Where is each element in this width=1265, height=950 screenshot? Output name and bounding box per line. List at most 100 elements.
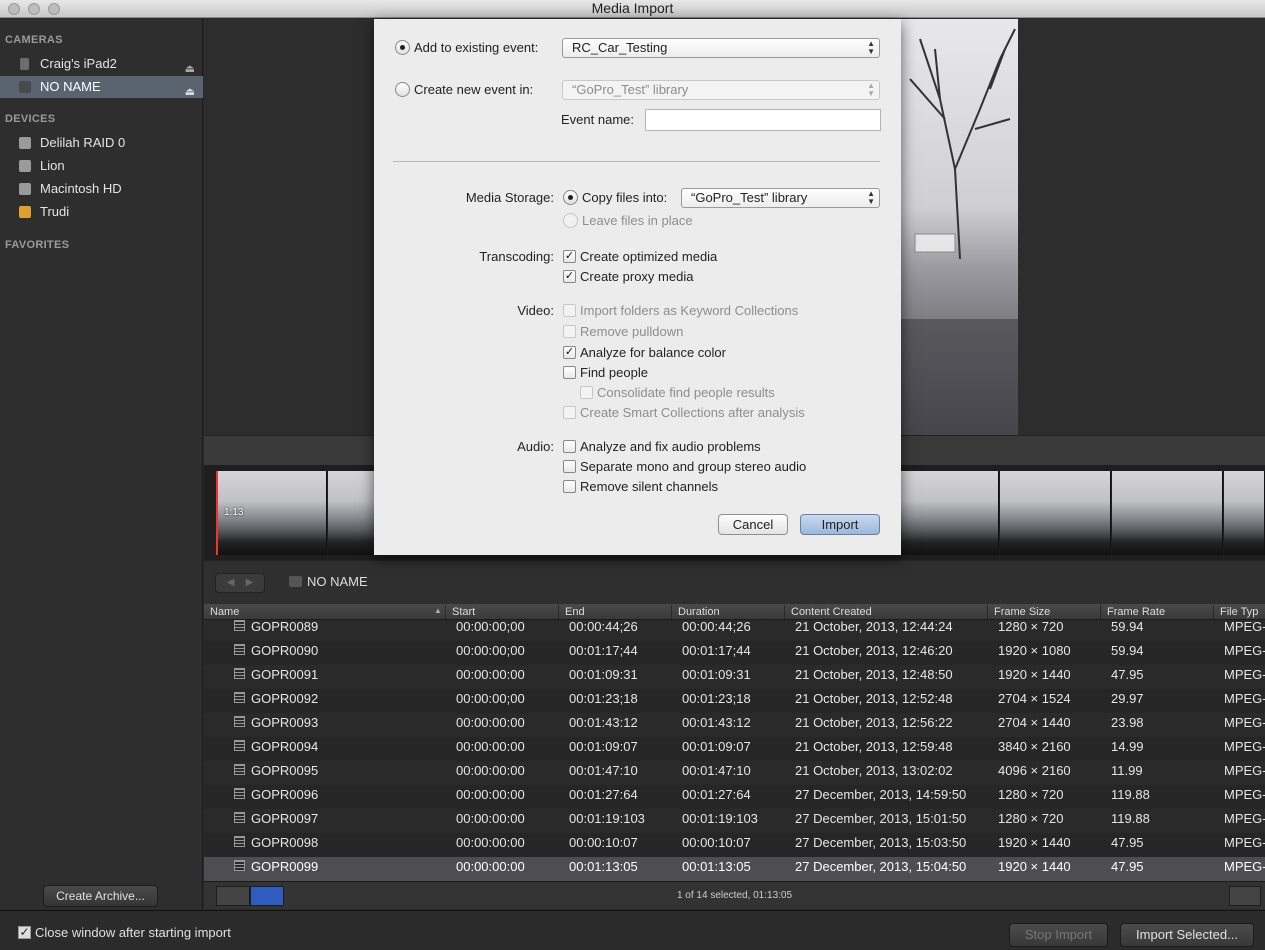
column-header-duration[interactable]: Duration [671,605,784,619]
camera-icon [289,576,302,587]
cell-file-type: MPEG- [1224,763,1265,778]
create-archive-button[interactable]: Create Archive... [43,885,158,907]
table-row[interactable]: GOPR0093 00:00:00:00 00:01:43:12 00:01:4… [204,713,1265,737]
cell-end: 00:00:10:07 [569,835,638,850]
cell-duration: 00:00:10:07 [682,835,751,850]
cell-duration: 00:00:44;26 [682,620,751,634]
filmstrip-thumbnail[interactable] [1000,471,1111,555]
minimize-window-button[interactable] [28,3,40,15]
analyze-audio-checkbox[interactable] [563,440,576,453]
table-row[interactable]: GOPR0095 00:00:00:00 00:01:47:10 00:01:4… [204,761,1265,785]
filmstrip-thumbnail[interactable] [1224,471,1265,555]
cell-end: 00:01:19:103 [569,811,645,826]
add-to-existing-label: Add to existing event: [414,40,539,55]
sidebar-item-delilah-raid[interactable]: Delilah RAID 0 [0,132,203,154]
create-proxy-checkbox[interactable]: ✓ [563,270,576,283]
sidebar-item-lion[interactable]: Lion [0,155,203,177]
add-to-existing-radio[interactable] [395,40,410,55]
consolidate-people-checkbox[interactable] [580,386,593,399]
column-header-frame-size[interactable]: Frame Size [987,605,1100,619]
forward-arrow-icon[interactable]: ▶ [246,577,254,588]
close-window-button[interactable] [8,3,20,15]
stop-import-button[interactable]: Stop Import [1009,923,1108,947]
remove-pulldown-checkbox[interactable] [563,325,576,338]
filmstrip-thumbnail[interactable] [901,471,999,555]
create-new-event-label: Create new event in: [414,82,534,97]
column-header-frame-rate[interactable]: Frame Rate [1100,605,1213,619]
cell-start: 00:00:00:00 [456,787,525,802]
new-event-library-popup[interactable]: “GoPro_Test” library ▲ ▼ [562,80,880,100]
cell-file-type: MPEG- [1224,620,1265,634]
table-row[interactable]: GOPR0094 00:00:00:00 00:01:09:07 00:01:0… [204,737,1265,761]
create-optimized-checkbox[interactable]: ✓ [563,250,576,263]
copy-files-library-popup[interactable]: “GoPro_Test” library ▲ ▼ [681,188,880,208]
cell-file-type: MPEG- [1224,691,1265,706]
sidebar-item-macintosh-hd[interactable]: Macintosh HD [0,178,203,200]
table-row[interactable]: GOPR0098 00:00:00:00 00:00:10:07 00:00:1… [204,833,1265,857]
cell-start: 00:00:00:00 [456,667,525,682]
event-name-label: Event name: [561,112,634,127]
copy-files-radio[interactable] [563,190,578,205]
remove-silent-checkbox[interactable] [563,480,576,493]
eject-icon[interactable]: ⏏ [185,81,195,103]
table-row-selected[interactable]: GOPR0099 00:00:00:00 00:01:13:05 00:01:1… [204,857,1265,881]
filmstrip-thumbnail[interactable] [1112,471,1223,555]
cell-file-type: MPEG- [1224,715,1265,730]
table-row[interactable]: GOPR0097 00:00:00:00 00:01:19:103 00:01:… [204,809,1265,833]
event-name-field[interactable] [645,109,881,131]
clip-icon [234,620,245,631]
sidebar-item-craigs-ipad2[interactable]: Craig's iPad2 ⏏ [0,53,203,75]
import-selected-button[interactable]: Import Selected... [1120,923,1254,947]
leave-in-place-radio[interactable] [563,213,578,228]
find-people-checkbox[interactable] [563,366,576,379]
close-window-checkbox[interactable]: ✓ [18,926,31,939]
table-row[interactable]: GOPR0091 00:00:00:00 00:01:09:31 00:01:0… [204,665,1265,689]
cell-frame-rate: 119.88 [1111,811,1150,826]
cell-name: GOPR0096 [251,787,319,802]
cell-frame-rate: 47.95 [1111,667,1144,682]
column-header-end[interactable]: End [558,605,671,619]
video-label: Video: [517,303,554,318]
column-header-start[interactable]: Start [445,605,558,619]
browser-statusbar: 1 of 14 selected, 01:13:05 [204,881,1265,909]
copy-files-library-value: “GoPro_Test” library [691,190,808,205]
sidebar-item-trudi[interactable]: Trudi [0,201,203,223]
cell-frame-size: 1280 × 720 [998,620,1064,634]
cell-end: 00:01:43:12 [569,715,638,730]
bottom-bar: ✓ Close window after starting import Sto… [0,910,1265,950]
sidebar: CAMERAS Craig's iPad2 ⏏ NO NAME ⏏ DEVICE… [0,19,203,909]
separator [393,161,880,162]
back-arrow-icon[interactable]: ◀ [227,577,235,588]
smart-collections-checkbox[interactable] [563,406,576,419]
cell-name: GOPR0091 [251,667,319,682]
table-row[interactable]: GOPR0090 00:00:00;00 00:01:17;44 00:01:1… [204,641,1265,665]
cell-file-type: MPEG- [1224,739,1265,754]
sidebar-item-label: Macintosh HD [40,181,122,196]
table-row[interactable]: GOPR0092 00:00:00;00 00:01:23;18 00:01:2… [204,689,1265,713]
import-folders-checkbox[interactable] [563,304,576,317]
clip-appearance-button[interactable] [1229,886,1261,906]
cell-name: GOPR0093 [251,715,319,730]
column-header-name[interactable]: Name [204,605,444,619]
column-header-file-type[interactable]: File Typ [1213,605,1265,619]
find-people-label: Find people [580,365,648,380]
sidebar-item-label: Delilah RAID 0 [40,135,126,150]
separate-mono-checkbox[interactable] [563,460,576,473]
sidebar-item-no-name[interactable]: NO NAME ⏏ [0,76,203,98]
cell-start: 00:00:00:00 [456,739,525,754]
filmstrip-thumbnail[interactable]: 1:13 [216,471,327,555]
existing-event-popup[interactable]: RC_Car_Testing ▲ ▼ [562,38,880,58]
table-row[interactable]: GOPR0089 00:00:00;00 00:00:44;26 00:00:4… [204,620,1265,641]
cell-created: 21 October, 2013, 12:44:24 [795,620,953,634]
zoom-window-button[interactable] [48,3,60,15]
cell-duration: 00:01:19:103 [682,811,758,826]
import-button[interactable]: Import [800,514,880,535]
cell-created: 27 December, 2013, 15:01:50 [795,811,967,826]
column-header-content-created[interactable]: Content Created [784,605,987,619]
back-forward-buttons[interactable]: ◀ ▶ [215,573,265,593]
cancel-button[interactable]: Cancel [718,514,788,535]
analyze-balance-checkbox[interactable]: ✓ [563,346,576,359]
table-row[interactable]: GOPR0096 00:00:00:00 00:01:27:64 00:01:2… [204,785,1265,809]
create-new-event-radio[interactable] [395,82,410,97]
cell-file-type: MPEG- [1224,859,1265,874]
